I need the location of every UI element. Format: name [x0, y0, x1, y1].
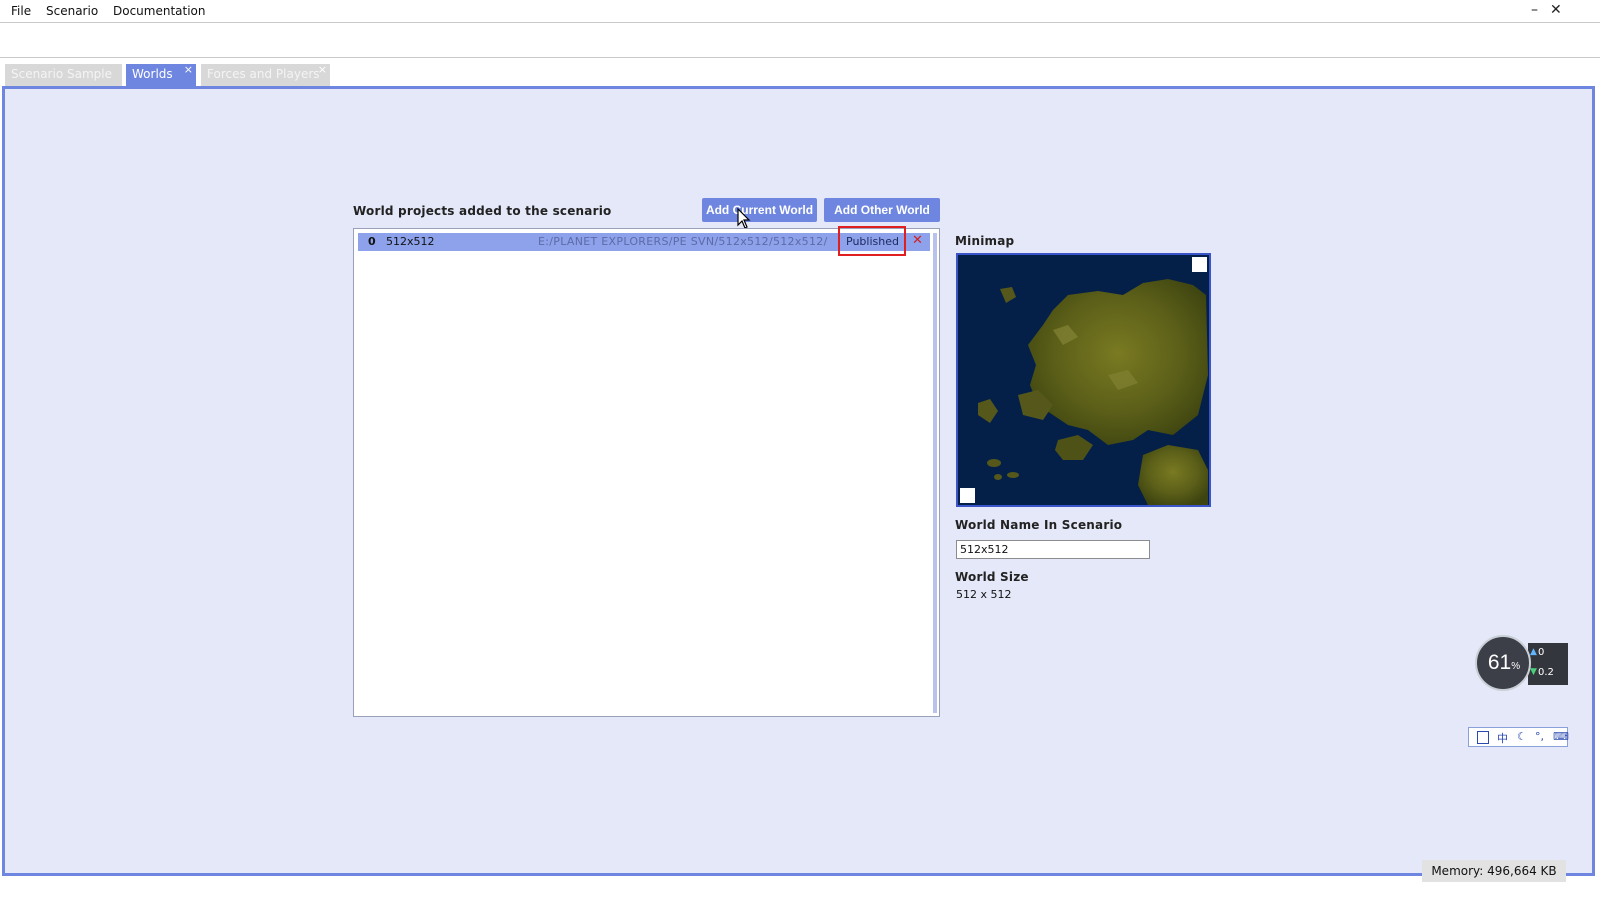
moon-icon[interactable]: ☾ [1517, 730, 1527, 743]
world-name-input[interactable] [956, 540, 1150, 559]
close-tab-icon[interactable]: × [318, 60, 327, 80]
cpu-usage-gauge[interactable]: 61% [1475, 635, 1531, 691]
tab-label: Scenario Sample [11, 67, 112, 81]
upload-speed: 0 [1538, 647, 1545, 658]
world-list[interactable]: 0 512x512 E:/PLANET EXPLORERS/PE SVN/512… [353, 228, 940, 717]
tab-label: Forces and Players [207, 67, 320, 81]
minimap-terrain-image [978, 279, 1208, 505]
upload-arrow-icon: ▲ [1530, 647, 1537, 657]
published-highlight-box [838, 226, 906, 256]
menu-file[interactable]: File [11, 4, 31, 18]
minimap-label: Minimap [955, 234, 1015, 248]
add-current-world-button[interactable]: Add Current World [702, 198, 817, 222]
download-speed: 0.2 [1538, 667, 1554, 678]
minimap[interactable] [956, 253, 1211, 507]
tab-worlds[interactable]: Worlds × [126, 63, 196, 86]
row-world-name: 512x512 [386, 235, 435, 248]
remove-world-icon[interactable]: ✕ [912, 233, 923, 248]
chinese-mode-icon[interactable]: 中 [1497, 730, 1508, 746]
download-arrow-icon: ▼ [1530, 667, 1537, 677]
minimap-corner-handle[interactable] [960, 488, 975, 503]
add-other-world-button[interactable]: Add Other World [824, 198, 940, 222]
ime-toolbar[interactable]: 中 ☾ °, ⌨ [1468, 727, 1569, 747]
world-projects-label: World projects added to the scenario [353, 204, 612, 218]
ime-logo-icon[interactable] [1477, 731, 1489, 744]
menu-documentation[interactable]: Documentation [113, 4, 206, 18]
minimize-icon[interactable]: – [1531, 2, 1538, 18]
world-size-value: 512 x 512 [956, 588, 1012, 601]
row-world-path: E:/PLANET EXPLORERS/PE SVN/512x512/512x5… [538, 235, 828, 248]
world-size-label: World Size [955, 570, 1029, 584]
close-tab-icon[interactable]: × [184, 60, 193, 80]
keyboard-icon[interactable]: ⌨ [1553, 730, 1569, 743]
tab-scenario-sample[interactable]: Scenario Sample [5, 64, 122, 86]
tab-label: Worlds [132, 67, 173, 81]
close-window-icon[interactable]: ✕ [1550, 2, 1562, 18]
toolbar-area [0, 23, 1600, 58]
world-name-label: World Name In Scenario [955, 518, 1123, 532]
memory-status: Memory: 496,664 KB [1422, 860, 1566, 882]
network-speed-panel: ▲ 0 ▼ 0.2 [1528, 643, 1568, 685]
menu-scenario[interactable]: Scenario [46, 4, 98, 18]
tab-forces-and-players[interactable]: Forces and Players × [201, 63, 330, 86]
cpu-percent-display: 61% [1487, 651, 1521, 674]
list-scrollbar[interactable] [933, 233, 937, 713]
mouse-cursor-icon [737, 208, 751, 229]
minimap-corner-handle[interactable] [1192, 257, 1207, 272]
menu-bar: File Scenario Documentation – ✕ [0, 0, 1600, 23]
punctuation-icon[interactable]: °, [1535, 730, 1544, 743]
row-index: 0 [368, 235, 376, 248]
